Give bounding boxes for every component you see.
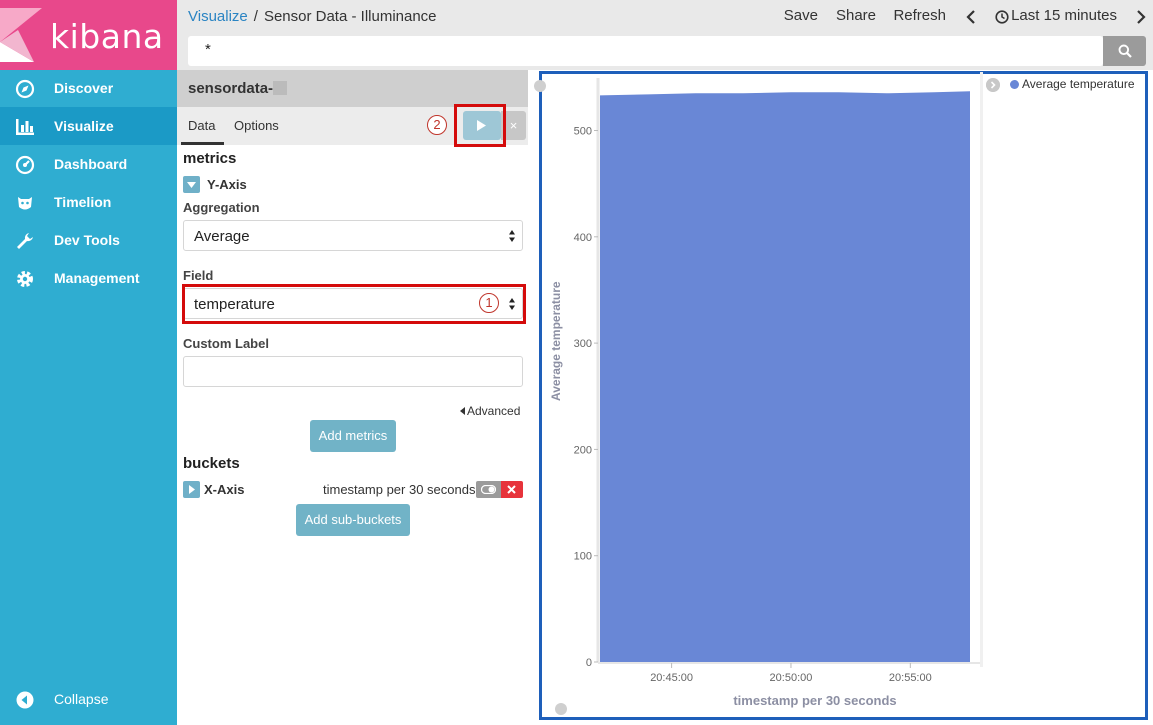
wrench-icon [17,233,33,249]
x-axis-label: X-Axis [204,482,245,497]
y-tick-label: 200 [574,444,592,456]
select-arrows-icon [509,230,515,242]
share-button[interactable]: Share [836,7,876,24]
aggregation-value: Average [194,228,250,245]
advanced-label: Advanced [467,404,521,418]
index-pattern-title: sensordata- [188,80,274,97]
area-series-average-temperature [600,91,970,662]
page-title: Sensor Data - Illuminance [263,8,437,25]
legend-toggle-icon[interactable] [986,78,1000,92]
custom-label-label: Custom Label [183,336,269,351]
search-button[interactable] [1103,36,1146,66]
clock-icon [995,10,1009,24]
sidebar-item-label: Visualize [54,118,114,134]
x-axis-title: timestamp per 30 seconds [733,693,897,708]
breadcrumb: Visualize / Sensor Data - Illuminance [188,8,437,25]
tab-data[interactable]: Data [188,118,215,133]
x-axis-summary: timestamp per 30 seconds [323,482,476,497]
time-range-picker[interactable]: Last 15 minutes [1011,7,1117,24]
annotation-number-2: 2 [427,115,447,135]
sidebar-item-dashboard[interactable]: Dashboard [0,145,177,183]
caret-down-icon [187,182,196,188]
chevron-left-icon[interactable] [966,10,976,24]
refresh-button[interactable]: Refresh [893,7,946,24]
area-chart: 0 100 200 300 400 500 20:45:00 20:50:00 20:55:00 [574,76,980,684]
search-input[interactable]: * [188,36,1103,66]
sidebar: kibana Discover Visualize Dashboard Time… [0,0,177,725]
metrics-section-title: metrics [183,150,237,167]
add-metrics-button[interactable]: Add metrics [310,420,396,452]
top-nav: Visualize / Sensor Data - Illuminance Save… [177,0,1153,70]
toggle-icon [481,485,496,494]
save-button[interactable]: Save [784,7,818,24]
y-tick-label: 100 [574,551,592,563]
gear-icon [17,271,33,287]
active-tab-indicator [181,142,224,145]
x-tick-label: 20:50:00 [770,672,813,684]
compass-icon [15,79,35,99]
x-axis-remove-button[interactable] [501,481,523,498]
legend-divider [980,72,983,667]
x-axis-toggle[interactable] [183,481,200,498]
x-axis-enable-toggle[interactable] [476,481,501,498]
kibana-logo-text: kibana [50,17,164,56]
aggregation-select[interactable]: Average [183,220,523,251]
bar-chart-icon [16,119,34,135]
breadcrumb-separator: / [253,8,258,25]
y-tick-label: 0 [586,657,592,669]
dashboard-icon [15,155,35,175]
kibana-logo-icon [0,8,42,62]
sidebar-item-visualize[interactable]: Visualize [0,107,177,145]
search-icon [1118,44,1132,58]
sidebar-item-label: Dashboard [54,156,128,172]
custom-label-input[interactable] [183,356,523,387]
add-sub-buckets-button[interactable]: Add sub-buckets [296,504,410,536]
aggregation-label: Aggregation [183,200,260,215]
sidebar-item-label: Timelion [54,194,112,210]
vis-editor-sidebar: sensordata- Data Options × 2 metrics Y-A… [177,70,530,720]
x-tick-label: 20:55:00 [889,672,932,684]
y-tick-label: 400 [574,232,592,244]
annotation-box-1 [182,284,526,324]
annotation-number-1: 1 [479,293,499,313]
caret-right-icon [189,485,195,494]
sidebar-item-dev-tools[interactable]: Dev Tools [0,221,177,259]
legend-swatch [1010,80,1019,89]
y-axis-label: Y-Axis [207,177,247,192]
spy-toggle-icon[interactable] [555,703,567,715]
y-tick-label: 500 [574,126,592,138]
sidebar-item-label: Dev Tools [54,232,120,248]
annotation-box-2 [454,104,506,147]
redacted-block [273,81,287,95]
y-axis-toggle[interactable] [183,176,200,193]
buckets-section-title: buckets [183,455,240,472]
sidebar-collapse[interactable]: Collapse [0,680,177,718]
chevron-right-icon[interactable] [1136,10,1146,24]
kibana-app: kibana Discover Visualize Dashboard Time… [0,0,1153,725]
tab-options[interactable]: Options [234,118,279,133]
sidebar-item-discover[interactable]: Discover [0,69,177,107]
caret-left-icon [460,407,465,415]
collapse-arrow-icon [16,691,34,709]
sidebar-item-label: Management [54,270,140,286]
advanced-toggle[interactable]: Advanced [459,404,520,418]
index-pattern-header: sensordata- [177,70,528,107]
sidebar-item-label: Discover [54,80,114,96]
kibana-logo[interactable]: kibana [0,0,177,70]
breadcrumb-visualize-link[interactable]: Visualize [188,8,248,25]
y-tick-label: 300 [574,338,592,350]
search-query: * [205,41,211,58]
x-tick-label: 20:45:00 [650,672,693,684]
close-icon [507,485,516,494]
field-label: Field [183,268,214,283]
sidebar-item-timelion[interactable]: Timelion [0,183,177,221]
lion-icon [18,197,32,210]
legend-item-average-temperature[interactable]: Average temperature [1022,77,1135,91]
sidebar-item-management[interactable]: Management [0,259,177,297]
collapse-label: Collapse [54,691,109,707]
